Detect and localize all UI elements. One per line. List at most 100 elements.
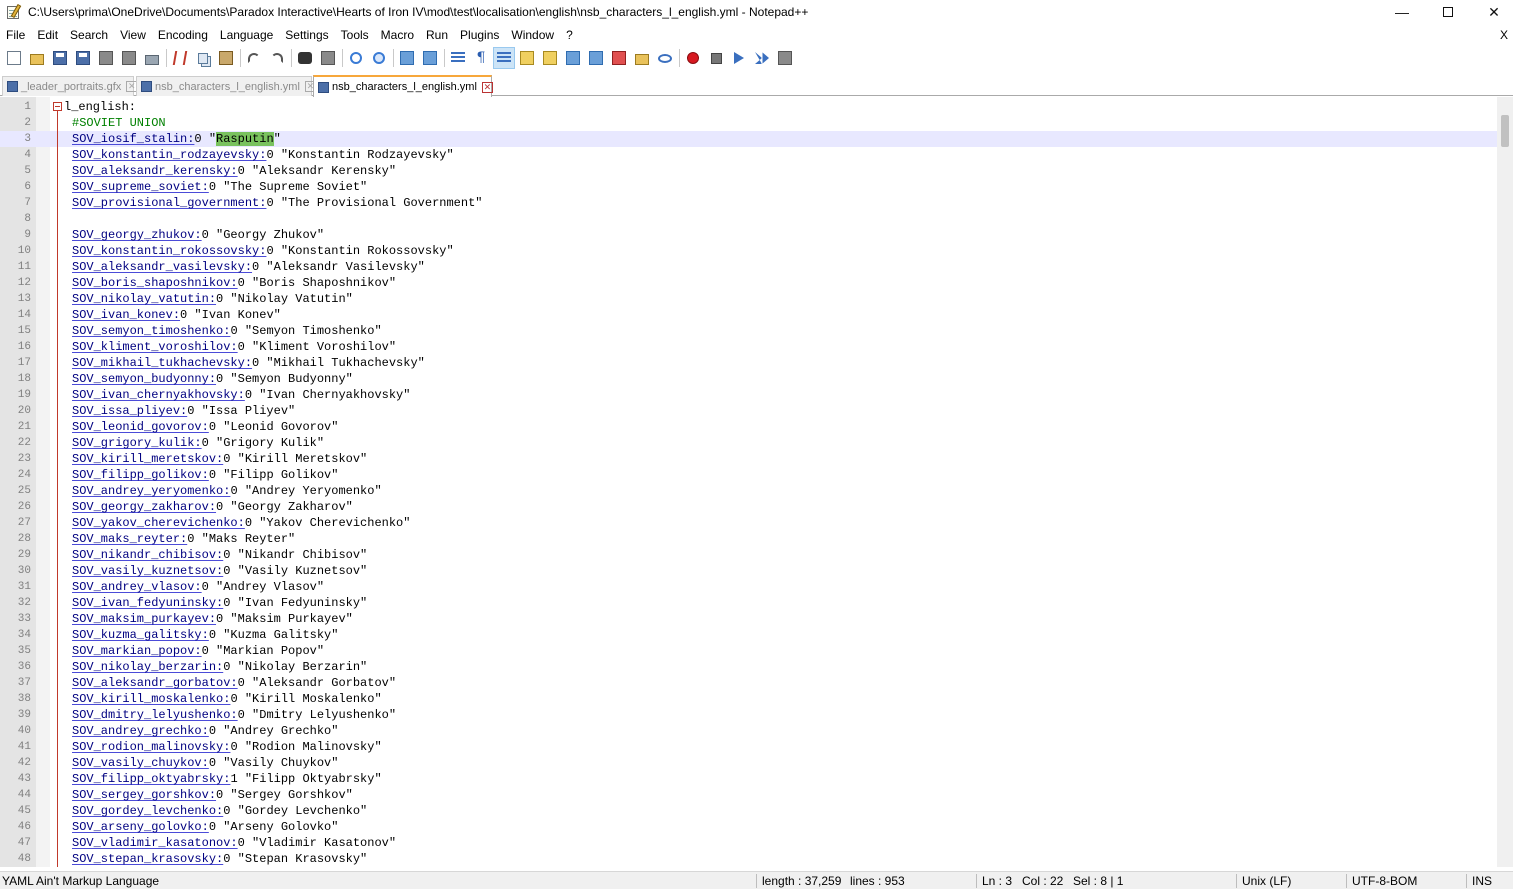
new-file-button[interactable] <box>3 47 25 69</box>
menu-run[interactable]: Run <box>420 26 454 45</box>
code-line[interactable]: 18 SOV_semyon_budyonny:0 "Semyon Budyonny… <box>0 371 1500 387</box>
sync-horizontal-button[interactable] <box>419 47 441 69</box>
zoom-out-button[interactable] <box>368 47 390 69</box>
code-line[interactable]: 2 #SOVIET UNION <box>0 115 1500 131</box>
find-button[interactable] <box>294 47 316 69</box>
user-language-button[interactable] <box>516 47 538 69</box>
code-line[interactable]: 45 SOV_gordey_levchenko:0 "Gordey Levchen… <box>0 803 1500 819</box>
menu-help[interactable]: ? <box>560 26 579 45</box>
code-line[interactable]: 24 SOV_filipp_golikov:0 "Filipp Golikov" <box>0 467 1500 483</box>
menu-window[interactable]: Window <box>505 26 560 45</box>
menu-search[interactable]: Search <box>64 26 114 45</box>
indent-guide-button[interactable] <box>493 47 515 69</box>
code-line[interactable]: 15 SOV_semyon_timoshenko:0 "Semyon Timosh… <box>0 323 1500 339</box>
maximize-button[interactable] <box>1425 0 1471 24</box>
tab-nsb-characters-2[interactable]: nsb_characters_l_english.yml ✕ <box>313 75 493 97</box>
code-line[interactable]: 4 SOV_konstantin_rodzayevsky:0 "Konstanti… <box>0 147 1500 163</box>
code-line[interactable]: 37 SOV_aleksandr_gorbatov:0 "Aleksandr Go… <box>0 675 1500 691</box>
code-line[interactable]: 16 SOV_kliment_voroshilov:0 "Kliment Voro… <box>0 339 1500 355</box>
code-line[interactable]: 34 SOV_kuzma_galitsky:0 "Kuzma Galitsky" <box>0 627 1500 643</box>
code-line[interactable]: 40 SOV_andrey_grechko:0 "Andrey Grechko" <box>0 723 1500 739</box>
word-wrap-button[interactable] <box>447 47 469 69</box>
code-line[interactable]: 6 SOV_supreme_soviet:0 "The Supreme Sovie… <box>0 179 1500 195</box>
close-file-button[interactable] <box>95 47 117 69</box>
code-line[interactable]: 25 SOV_andrey_yeryomenko:0 "Andrey Yeryom… <box>0 483 1500 499</box>
code-line[interactable]: 35 SOV_markian_popov:0 "Markian Popov" <box>0 643 1500 659</box>
tab-nsb-characters-1[interactable]: nsb_characters_l_english.yml ✕ <box>136 76 316 96</box>
code-line[interactable]: 28 SOV_maks_reyter:0 "Maks Reyter" <box>0 531 1500 547</box>
close-all-button[interactable] <box>118 47 140 69</box>
code-line[interactable]: 41 SOV_rodion_malinovsky:0 "Rodion Malino… <box>0 739 1500 755</box>
document-map-button[interactable] <box>539 47 561 69</box>
sync-vertical-button[interactable] <box>396 47 418 69</box>
paste-button[interactable] <box>215 47 237 69</box>
code-line[interactable]: 27 SOV_yakov_cherevichenko:0 "Yakov Chere… <box>0 515 1500 531</box>
zoom-in-button[interactable] <box>345 47 367 69</box>
editor[interactable]: 1 l_english: 2 #SOVIET UNION 3 SOV_iosif_stal… <box>0 97 1513 867</box>
code-line[interactable]: 14 SOV_ivan_konev:0 "Ivan Konev" <box>0 307 1500 323</box>
code-line[interactable]: 5 SOV_aleksandr_kerensky:0 "Aleksandr Ker… <box>0 163 1500 179</box>
code-line[interactable]: 26 SOV_georgy_zakharov:0 "Georgy Zakharov… <box>0 499 1500 515</box>
undo-button[interactable] <box>243 47 265 69</box>
replace-button[interactable] <box>317 47 339 69</box>
menu-plugins[interactable]: Plugins <box>454 26 505 45</box>
code-line[interactable]: 42 SOV_vasily_chuykov:0 "Vasily Chuykov" <box>0 755 1500 771</box>
code-line[interactable]: 10 SOV_konstantin_rokossovsky:0 "Konstant… <box>0 243 1500 259</box>
code-line[interactable]: 22 SOV_grigory_kulik:0 "Grigory Kulik" <box>0 435 1500 451</box>
code-line[interactable]: 7 SOV_provisional_government:0 "The Provi… <box>0 195 1500 211</box>
code-line[interactable]: 17 SOV_mikhail_tukhachevsky:0 "Mikhail Tu… <box>0 355 1500 371</box>
folder-as-workspace-button[interactable] <box>585 47 607 69</box>
copy-button[interactable] <box>192 47 214 69</box>
record-macro-button[interactable] <box>682 47 704 69</box>
stop-recording-button[interactable] <box>705 47 727 69</box>
tab-close-icon[interactable]: ✕ <box>481 81 493 93</box>
save-macro-button[interactable] <box>774 47 796 69</box>
save-all-button[interactable] <box>72 47 94 69</box>
code-line[interactable]: 36 SOV_nikolay_berzarin:0 "Nikolay Berzar… <box>0 659 1500 675</box>
code-line[interactable]: 30 SOV_vasily_kuznetsov:0 "Vasily Kuznets… <box>0 563 1500 579</box>
save-button[interactable] <box>49 47 71 69</box>
vertical-scrollbar[interactable] <box>1497 97 1513 867</box>
menu-view[interactable]: View <box>114 26 152 45</box>
close-window-button[interactable]: ✕ <box>1471 0 1513 24</box>
code-line[interactable]: 29 SOV_nikandr_chibisov:0 "Nikandr Chibis… <box>0 547 1500 563</box>
menu-language[interactable]: Language <box>214 26 279 45</box>
code-line[interactable]: 13 SOV_nikolay_vatutin:0 "Nikolay Vatutin… <box>0 291 1500 307</box>
code-line[interactable]: 21 SOV_leonid_govorov:0 "Leonid Govorov" <box>0 419 1500 435</box>
minimize-button[interactable]: — <box>1379 0 1425 24</box>
menu-edit[interactable]: Edit <box>31 26 64 45</box>
code-lines[interactable]: 1 l_english: 2 #SOVIET UNION 3 SOV_iosif_stal… <box>0 99 1500 867</box>
menu-tools[interactable]: Tools <box>335 26 375 45</box>
fold-toggle-icon[interactable] <box>53 102 62 111</box>
code-line[interactable]: 23 SOV_kirill_meretskov:0 "Kirill Meretsk… <box>0 451 1500 467</box>
print-button[interactable] <box>141 47 163 69</box>
code-line[interactable]: 9 SOV_georgy_zhukov:0 "Georgy Zhukov" <box>0 227 1500 243</box>
scrollbar-thumb[interactable] <box>1501 115 1509 147</box>
code-line[interactable]: 46 SOV_arseny_golovko:0 "Arseny Golovko" <box>0 819 1500 835</box>
code-line[interactable]: 8 <box>0 211 1500 227</box>
redo-button[interactable] <box>266 47 288 69</box>
menu-macro[interactable]: Macro <box>375 26 420 45</box>
code-line[interactable]: 38 SOV_kirill_moskalenko:0 "Kirill Moskal… <box>0 691 1500 707</box>
code-line[interactable]: 12 SOV_boris_shaposhnikov:0 "Boris Shapos… <box>0 275 1500 291</box>
code-line[interactable]: 19 SOV_ivan_chernyakhovsky:0 "Ivan Cherny… <box>0 387 1500 403</box>
preview-button[interactable] <box>654 47 676 69</box>
code-line[interactable]: 31 SOV_andrey_vlasov:0 "Andrey Vlasov" <box>0 579 1500 595</box>
show-all-characters-button[interactable]: ¶ <box>470 47 492 69</box>
cut-button[interactable] <box>169 47 191 69</box>
tab-leader-portraits[interactable]: _leader_portraits.gfx ✕ <box>2 76 138 96</box>
function-list-button[interactable] <box>562 47 584 69</box>
code-line[interactable]: 11 SOV_aleksandr_vasilevsky:0 "Aleksandr … <box>0 259 1500 275</box>
menu-file[interactable]: File <box>0 26 31 45</box>
code-line[interactable]: 44 SOV_sergey_gorshkov:0 "Sergey Gorshkov… <box>0 787 1500 803</box>
monitoring-button[interactable] <box>608 47 630 69</box>
code-line[interactable]: 47 SOV_vladimir_kasatonov:0 "Vladimir Kas… <box>0 835 1500 851</box>
code-line[interactable]: 1 l_english: <box>0 99 1500 115</box>
menu-settings[interactable]: Settings <box>279 26 334 45</box>
code-line[interactable]: 32 SOV_ivan_fedyuninsky:0 "Ivan Fedyunins… <box>0 595 1500 611</box>
code-line[interactable]: 3 SOV_iosif_stalin:0 "Rasputin" <box>0 131 1500 147</box>
run-macro-multiple-button[interactable] <box>751 47 773 69</box>
code-line[interactable]: 48 SOV_stepan_krasovsky:0 "Stepan Krasovs… <box>0 851 1500 867</box>
playback-macro-button[interactable] <box>728 47 750 69</box>
close-document-button[interactable]: X <box>1497 26 1511 45</box>
